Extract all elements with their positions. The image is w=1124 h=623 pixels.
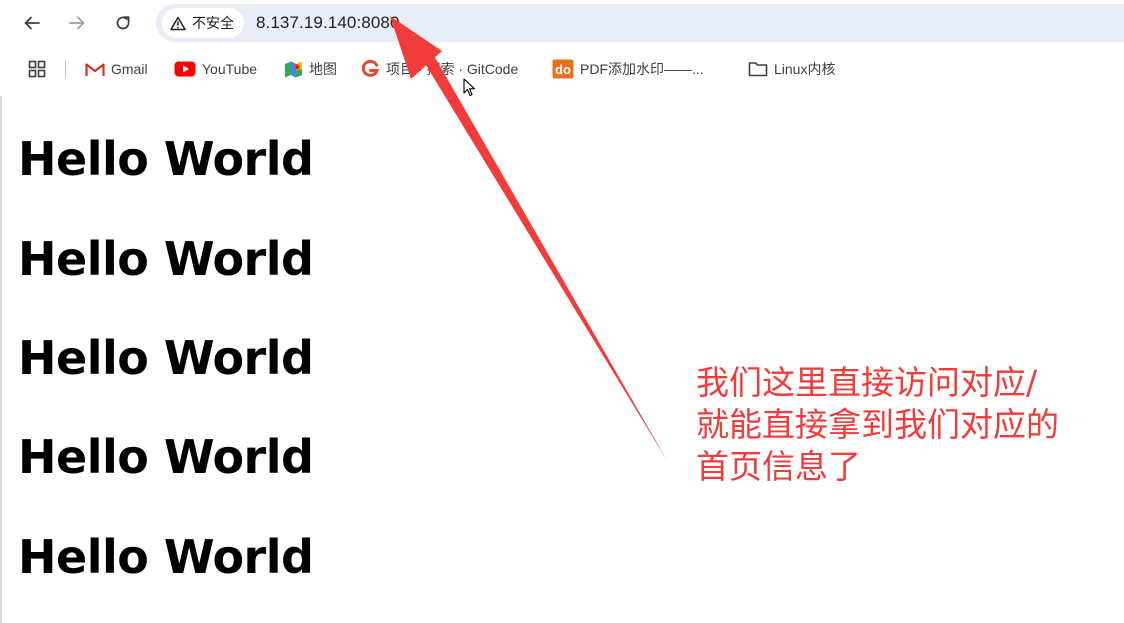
bookmark-folder-linux[interactable]: Linux内核 — [748, 58, 835, 80]
bookmarks-divider — [65, 60, 66, 78]
annotation-text: 我们这里直接访问对应/ 就能直接拿到我们对应的 首页信息了 — [696, 362, 1116, 488]
bookmark-label: PDF添加水印——... — [580, 61, 704, 77]
forward-button[interactable] — [65, 11, 89, 35]
browser-toolbar: 不安全 8.137.19.140:8080 Gmail YouTube 地图 项… — [0, 0, 1124, 96]
hello-heading: Hello World — [18, 232, 314, 286]
mouse-cursor-icon — [463, 78, 476, 97]
apps-button[interactable] — [28, 58, 46, 80]
security-indicator[interactable]: 不安全 — [162, 8, 244, 38]
reload-button[interactable] — [111, 11, 135, 35]
security-label: 不安全 — [192, 16, 234, 32]
bookmark-youtube[interactable]: YouTube — [174, 58, 257, 80]
bookmark-label: 项目 · 探索 · GitCode — [386, 61, 519, 77]
annotation-line: 就能直接拿到我们对应的 — [696, 405, 1059, 444]
reload-icon — [116, 16, 130, 30]
hello-heading: Hello World — [18, 530, 314, 584]
url-text[interactable]: 8.137.19.140:8080 — [256, 13, 400, 33]
bookmark-pdf-watermark[interactable]: do PDF添加水印——... — [552, 58, 704, 80]
folder-icon — [748, 62, 768, 77]
arrow-shaft — [421, 54, 668, 462]
bookmark-gmail[interactable]: Gmail — [85, 58, 148, 80]
youtube-icon — [174, 61, 196, 77]
hello-heading: Hello World — [18, 132, 314, 186]
gmail-icon — [85, 62, 105, 76]
hello-heading: Hello World — [18, 331, 314, 385]
bookmark-label: Gmail — [111, 61, 148, 77]
apps-grid-icon — [28, 60, 46, 78]
do-icon: do — [552, 59, 574, 79]
bookmark-label: 地图 — [309, 61, 337, 77]
gitcode-icon — [361, 59, 380, 77]
svg-text:do: do — [555, 62, 571, 77]
forward-arrow-icon — [69, 16, 85, 30]
back-arrow-icon — [24, 16, 40, 30]
warning-triangle-icon — [170, 16, 186, 31]
bookmark-maps[interactable]: 地图 — [284, 58, 337, 80]
back-button[interactable] — [20, 11, 44, 35]
bookmark-label: Linux内核 — [774, 61, 836, 77]
annotation-line: 首页信息了 — [696, 447, 861, 486]
bookmark-gitcode[interactable]: 项目 · 探索 · GitCode — [360, 58, 518, 80]
bookmark-label: YouTube — [202, 61, 258, 77]
hello-heading: Hello World — [18, 430, 314, 484]
bookmarks-bar: Gmail YouTube 地图 项目 · 探索 · GitCode do PD… — [0, 52, 1124, 86]
annotation-line: 我们这里直接访问对应/ — [696, 363, 1038, 402]
maps-icon — [285, 61, 302, 77]
address-bar[interactable]: 不安全 8.137.19.140:8080 — [156, 4, 1124, 42]
